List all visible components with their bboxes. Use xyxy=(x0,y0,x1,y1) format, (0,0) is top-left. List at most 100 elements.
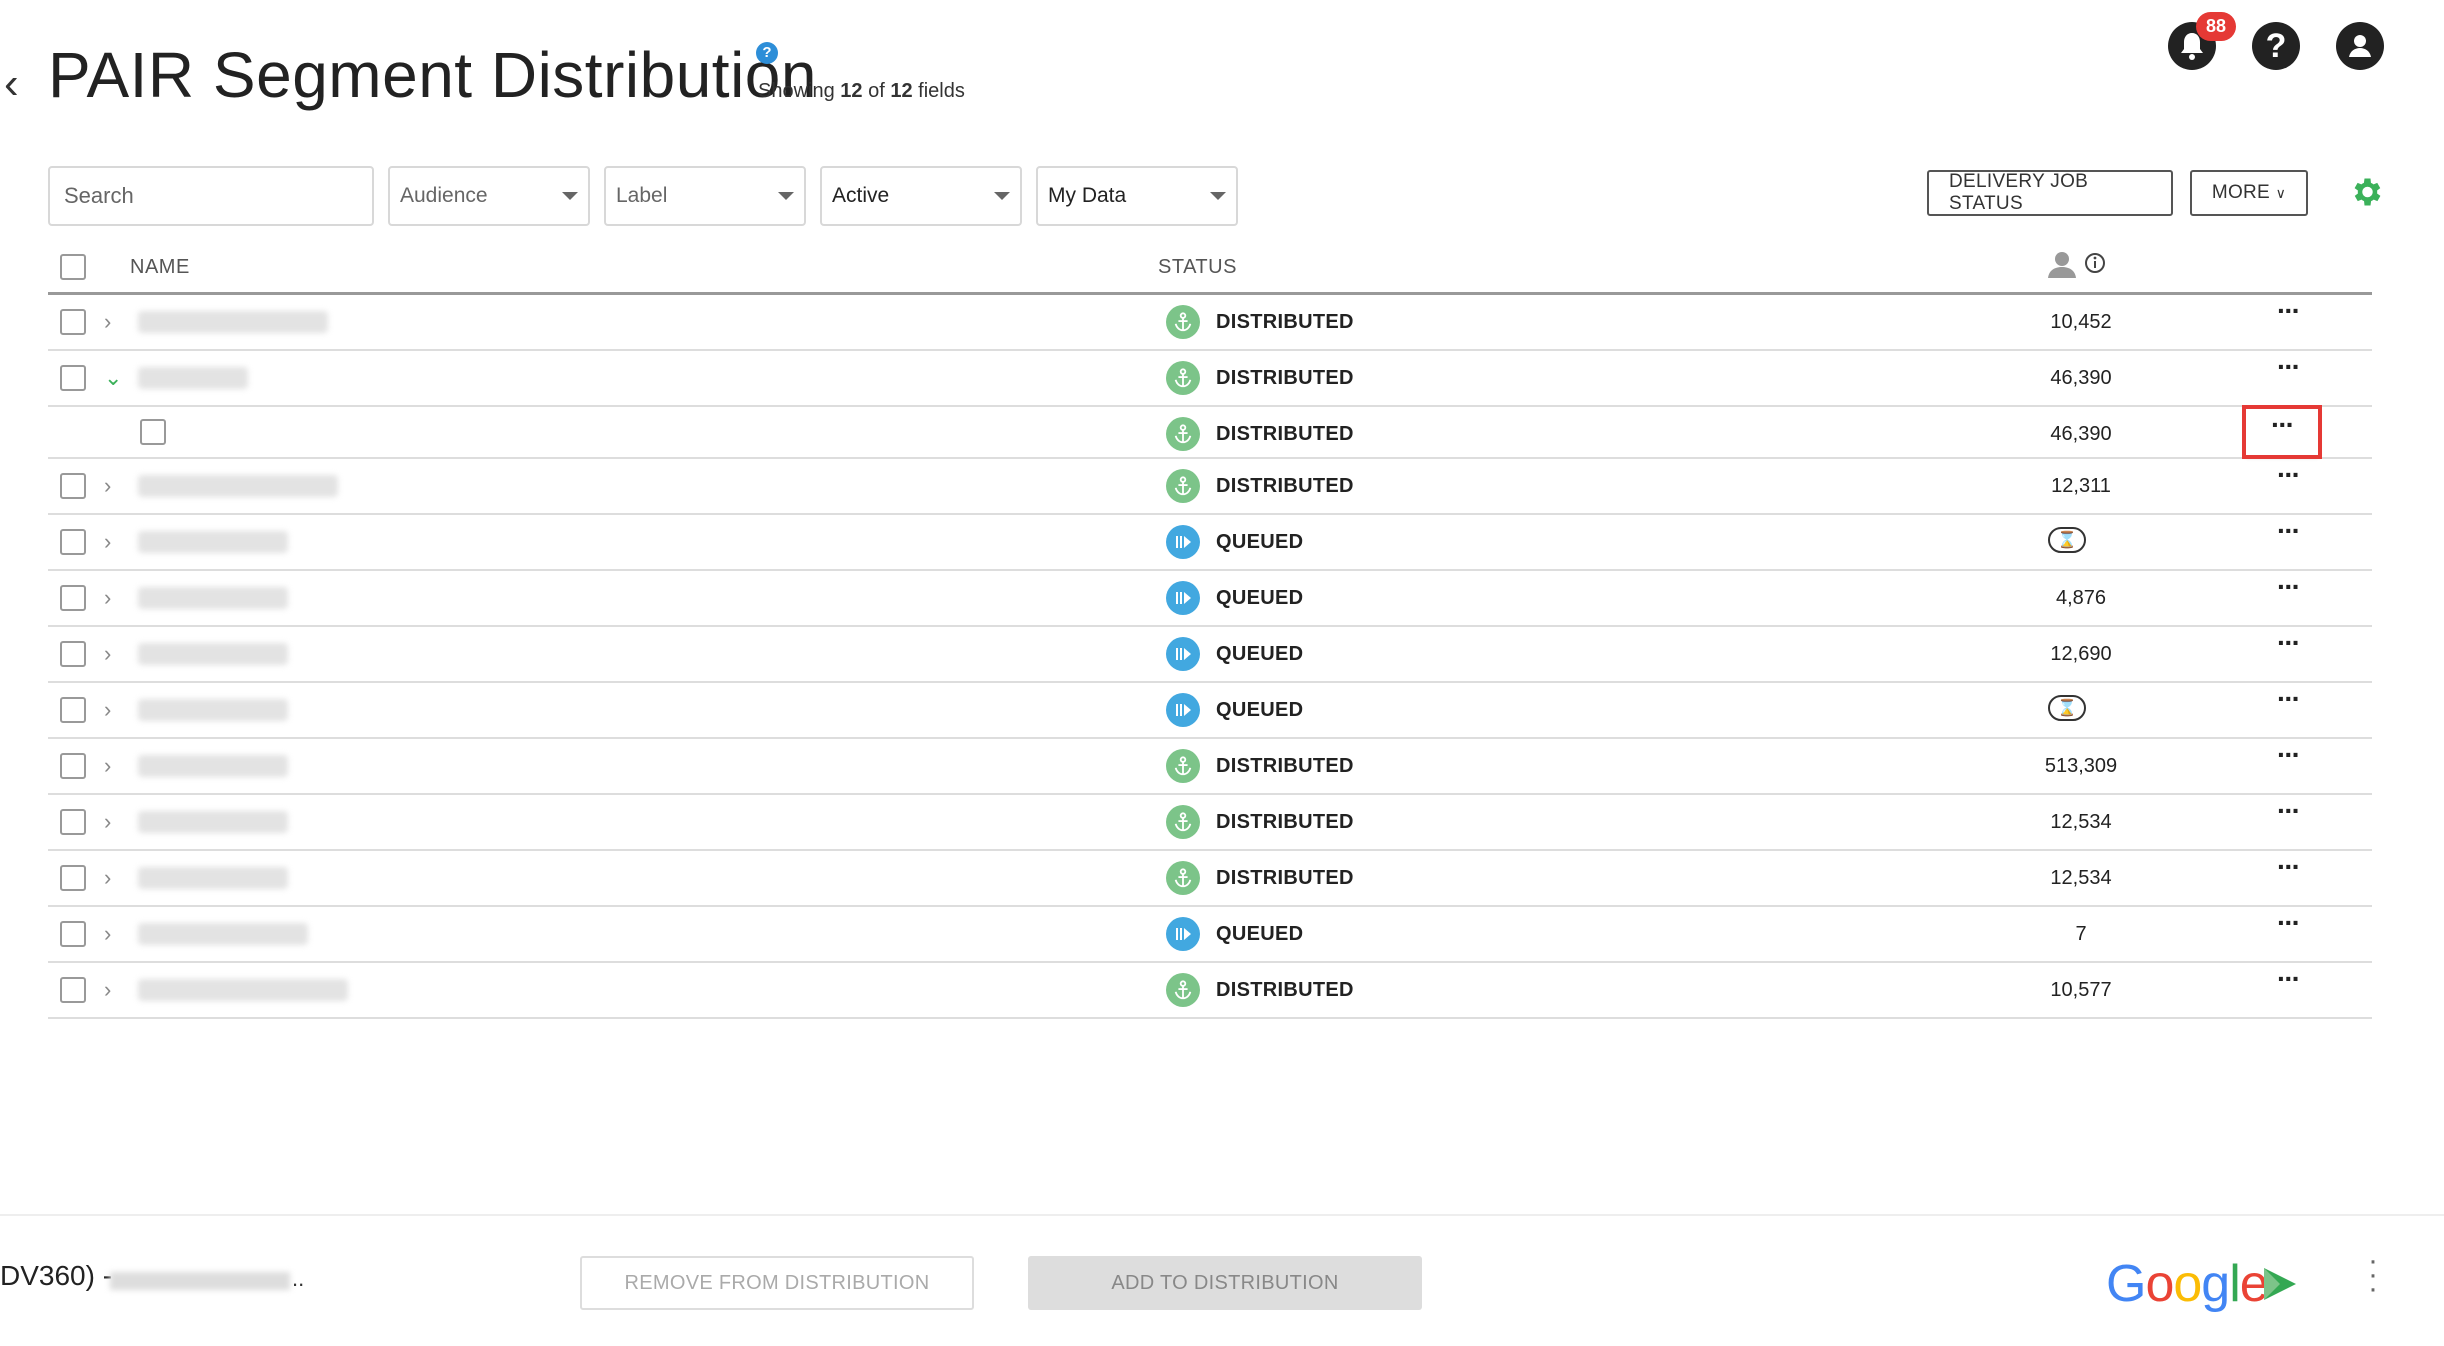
row-checkbox[interactable] xyxy=(60,753,86,779)
my-data-dropdown[interactable]: My Data xyxy=(1036,166,1238,226)
row-checkbox[interactable] xyxy=(60,309,86,335)
chevron-right-icon[interactable]: › xyxy=(104,753,111,779)
chevron-right-icon[interactable]: › xyxy=(104,977,111,1003)
chevron-down-icon[interactable]: ⌄ xyxy=(104,365,122,391)
segment-name-redacted xyxy=(138,811,288,833)
table-row[interactable]: › DISTRIBUTED 10,452 ··· xyxy=(48,295,2372,351)
chevron-right-icon[interactable]: › xyxy=(104,473,111,499)
distributed-anchor-icon xyxy=(1166,973,1200,1007)
status-text: DISTRIBUTED xyxy=(1216,367,1354,389)
table-row[interactable]: › QUEUED ⌛ ··· xyxy=(48,683,2372,739)
chevron-right-icon[interactable]: › xyxy=(104,921,111,947)
distributed-anchor-icon xyxy=(1166,469,1200,503)
table-row[interactable]: › QUEUED 7 ··· xyxy=(48,907,2372,963)
queued-play-icon xyxy=(1166,637,1200,671)
distributed-anchor-icon xyxy=(1166,749,1200,783)
row-checkbox[interactable] xyxy=(60,529,86,555)
notification-count-badge: 88 xyxy=(2195,12,2236,41)
status-text: DISTRIBUTED xyxy=(1216,867,1354,889)
remove-from-distribution-button[interactable]: REMOVE FROM DISTRIBUTION xyxy=(580,1256,974,1310)
footer-kebab-menu-icon[interactable]: · · · xyxy=(2368,1246,2378,1304)
chevron-right-icon[interactable]: › xyxy=(104,529,111,555)
segment-name-redacted xyxy=(138,587,288,609)
row-actions-ellipsis-icon[interactable]: ··· xyxy=(2268,573,2308,611)
settings-gear-icon[interactable] xyxy=(2348,174,2384,210)
row-checkbox[interactable] xyxy=(60,365,86,391)
row-actions-ellipsis-icon[interactable]: ··· xyxy=(2268,741,2308,779)
chevron-right-icon[interactable]: › xyxy=(104,865,111,891)
row-actions-ellipsis-icon[interactable]: ··· xyxy=(2268,517,2308,555)
pending-hourglass-icon: ⌛ xyxy=(2048,695,2086,721)
row-checkbox[interactable] xyxy=(60,697,86,723)
status-text: QUEUED xyxy=(1216,699,1304,721)
row-actions-ellipsis-icon[interactable]: ··· xyxy=(2268,853,2308,891)
distributed-anchor-icon xyxy=(1166,417,1200,451)
audience-count: 10,577 xyxy=(2050,979,2112,1001)
account-user-icon[interactable] xyxy=(2336,22,2384,70)
table-header: NAME STATUS xyxy=(48,240,2372,295)
row-actions-ellipsis-icon[interactable]: ··· xyxy=(2268,909,2308,947)
table-row[interactable]: › DISTRIBUTED 513,309 ··· xyxy=(48,739,2372,795)
chevron-right-icon[interactable]: › xyxy=(104,309,111,335)
chevron-right-icon[interactable]: › xyxy=(104,697,111,723)
status-column-header[interactable]: STATUS xyxy=(1158,256,1237,279)
row-checkbox[interactable] xyxy=(60,921,86,947)
chevron-right-icon[interactable]: › xyxy=(104,585,111,611)
name-column-header[interactable]: NAME xyxy=(130,256,190,279)
status-text: DISTRIBUTED xyxy=(1216,423,1354,445)
status-text: DISTRIBUTED xyxy=(1216,475,1354,497)
distribution-table: NAME STATUS › DISTRIBUTED 10,452 ··· ⌄ DISTRI… xyxy=(48,240,2372,1019)
label-dropdown[interactable]: Label xyxy=(604,166,806,226)
audience-count: 46,390 xyxy=(2050,423,2112,445)
more-button[interactable]: MORE ∨ xyxy=(2190,170,2308,216)
table-row[interactable]: › QUEUED ⌛ ··· xyxy=(48,515,2372,571)
footer-bar: DV360) - .. REMOVE FROM DISTRIBUTION ADD… xyxy=(0,1214,2444,1346)
chevron-right-icon[interactable]: › xyxy=(104,809,111,835)
add-to-distribution-button[interactable]: ADD TO DISTRIBUTION xyxy=(1028,1256,1422,1310)
delivery-job-status-button[interactable]: DELIVERY JOB STATUS xyxy=(1927,170,2173,216)
row-checkbox[interactable] xyxy=(60,865,86,891)
audience-count: 4,876 xyxy=(2055,587,2107,609)
row-checkbox[interactable] xyxy=(60,809,86,835)
table-row[interactable]: › DISTRIBUTED 12,534 ··· xyxy=(48,795,2372,851)
status-text: DISTRIBUTED xyxy=(1216,979,1354,1001)
chevron-down-icon: ∨ xyxy=(2275,184,2287,201)
showing-count: Showing 12 of 12 fields xyxy=(758,80,965,102)
row-actions-ellipsis-icon[interactable]: ··· xyxy=(2268,685,2308,723)
row-actions-ellipsis-icon[interactable]: ··· xyxy=(2268,297,2308,335)
title-help-icon[interactable]: ? xyxy=(756,42,778,64)
row-actions-ellipsis-icon[interactable]: ··· xyxy=(2242,405,2322,459)
queued-play-icon xyxy=(1166,917,1200,951)
row-checkbox[interactable] xyxy=(60,641,86,667)
row-checkbox[interactable] xyxy=(60,977,86,1003)
table-row[interactable]: › QUEUED 4,876 ··· xyxy=(48,571,2372,627)
audience-dropdown[interactable]: Audience xyxy=(388,166,590,226)
table-row[interactable]: › DISTRIBUTED 12,534 ··· xyxy=(48,851,2372,907)
row-checkbox[interactable] xyxy=(60,585,86,611)
row-actions-ellipsis-icon[interactable]: ··· xyxy=(2268,629,2308,667)
active-dropdown[interactable]: Active xyxy=(820,166,1022,226)
audience-count: 12,690 xyxy=(2050,643,2112,665)
chevron-right-icon[interactable]: › xyxy=(104,641,111,667)
row-actions-ellipsis-icon[interactable]: ··· xyxy=(2268,965,2308,1003)
row-checkbox[interactable] xyxy=(140,419,166,445)
help-question-icon[interactable]: ? xyxy=(2252,22,2300,70)
table-row[interactable]: › DISTRIBUTED 10,577 ··· xyxy=(48,963,2372,1019)
back-chevron-icon[interactable]: ‹ xyxy=(4,62,19,106)
select-all-checkbox[interactable] xyxy=(60,254,86,280)
row-actions-ellipsis-icon[interactable]: ··· xyxy=(2268,353,2308,391)
audience-count: 12,534 xyxy=(2050,811,2112,833)
row-checkbox[interactable] xyxy=(60,473,86,499)
table-row[interactable]: › QUEUED 12,690 ··· xyxy=(48,627,2372,683)
row-actions-ellipsis-icon[interactable]: ··· xyxy=(2268,461,2308,499)
queued-play-icon xyxy=(1166,525,1200,559)
table-row[interactable]: › DISTRIBUTED 12,311 ··· xyxy=(48,459,2372,515)
search-input[interactable] xyxy=(48,166,374,226)
table-row[interactable]: ⌄ DISTRIBUTED 46,390 ··· xyxy=(48,351,2372,407)
row-actions-ellipsis-icon[interactable]: ··· xyxy=(2268,797,2308,835)
segment-name-redacted xyxy=(138,367,248,389)
notifications-bell-icon[interactable]: 88 xyxy=(2168,12,2236,70)
table-row[interactable]: DISTRIBUTED 46,390 ··· xyxy=(48,405,2372,459)
audience-count: 10,452 xyxy=(2050,311,2112,333)
info-icon[interactable] xyxy=(2084,252,2106,274)
